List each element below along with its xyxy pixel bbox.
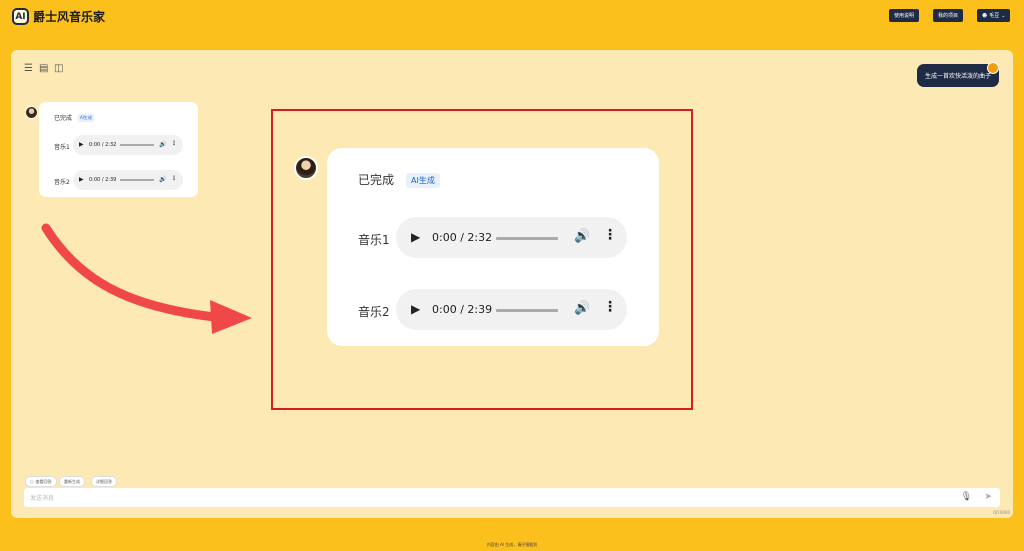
- instructions-button[interactable]: 使用说明: [889, 9, 920, 22]
- volume-icon[interactable]: 🔊: [574, 229, 590, 244]
- send-icon[interactable]: ➤: [984, 492, 992, 502]
- audio-player[interactable]: ▶ 0:00 / 2:39 🔊 ⋮: [396, 289, 627, 330]
- assistant-avatar-large: [294, 156, 318, 180]
- play-icon[interactable]: ▶: [411, 230, 420, 244]
- play-icon[interactable]: ▶: [411, 302, 420, 316]
- detailed-answer-button[interactable]: 详细回答: [91, 476, 117, 487]
- ai-generated-badge: AI生成: [78, 114, 94, 122]
- progress-slider[interactable]: [120, 179, 154, 181]
- play-icon[interactable]: ▶: [79, 141, 84, 148]
- volume-icon[interactable]: 🔊: [159, 141, 166, 148]
- html-icon[interactable]: ◫: [54, 63, 63, 74]
- track-label: 音乐2: [54, 179, 70, 186]
- assistant-avatar: [25, 106, 38, 119]
- progress-slider[interactable]: [120, 144, 154, 146]
- status-text: 已完成: [54, 115, 73, 122]
- search-icon: ○: [30, 479, 34, 484]
- play-icon[interactable]: ▶: [79, 176, 84, 183]
- track-label: 音乐1: [54, 144, 70, 151]
- message-input[interactable]: [28, 490, 932, 506]
- time-display: 0:00 / 2:39: [89, 177, 117, 183]
- progress-slider[interactable]: [496, 309, 558, 312]
- track-label: 音乐1: [358, 233, 390, 247]
- regenerate-button[interactable]: 重新生成: [59, 476, 85, 487]
- user-icon: ☻: [982, 12, 988, 19]
- microphone-icon[interactable]: 🎙: [961, 492, 972, 502]
- audio-player[interactable]: ▶ 0:00 / 2:32 🔊 ⋮: [73, 135, 183, 155]
- app-logo[interactable]: AI 爵士风音乐家: [12, 8, 105, 25]
- more-options-icon[interactable]: ⋮: [171, 140, 177, 147]
- more-options-icon[interactable]: ⋮: [603, 299, 617, 315]
- more-options-icon[interactable]: ⋮: [603, 227, 617, 243]
- user-menu-button[interactable]: ☻ 毛豆 ⌄: [977, 9, 1011, 22]
- audio-player[interactable]: ▶ 0:00 / 2:39 🔊 ⋮: [73, 170, 183, 190]
- logo-badge: AI: [12, 8, 29, 25]
- audio-player[interactable]: ▶ 0:00 / 2:32 🔊 ⋮: [396, 217, 627, 258]
- message-input-bar: 🎙 ➤: [24, 488, 1000, 507]
- footer-disclaimer: 内容由 AI 生成，请仔细甄别: [486, 542, 538, 547]
- status-text: 已完成: [358, 173, 395, 187]
- volume-icon[interactable]: 🔊: [159, 176, 166, 183]
- progress-slider[interactable]: [496, 237, 558, 240]
- time-display: 0:00 / 2:32: [89, 142, 117, 148]
- app-title: 爵士风音乐家: [33, 10, 106, 24]
- volume-icon[interactable]: 🔊: [574, 301, 590, 316]
- track-label: 音乐2: [358, 305, 390, 319]
- list-icon[interactable]: ☰: [24, 63, 33, 74]
- time-display: 0:00 / 2:32: [432, 231, 493, 244]
- char-counter: 0/10000: [993, 510, 1010, 515]
- reply-card-small: 已完成 AI生成 音乐1 ▶ 0:00 / 2:32 🔊 ⋮ 音乐2 ▶ 0:0…: [39, 102, 198, 197]
- more-options-icon[interactable]: ⋮: [171, 175, 177, 182]
- my-projects-button[interactable]: 我的项目: [933, 9, 964, 22]
- time-display: 0:00 / 2:39: [432, 303, 493, 316]
- document-icon[interactable]: ▤: [39, 63, 48, 74]
- user-name: 毛豆: [989, 13, 1000, 19]
- quick-action-label: 查看回答: [35, 478, 52, 484]
- user-avatar: [987, 62, 999, 74]
- ai-generated-badge: AI生成: [406, 173, 440, 188]
- arrow-annotation: [41, 223, 252, 334]
- reply-card-large: 已完成 AI生成 音乐1 ▶ 0:00 / 2:32 🔊 ⋮ 音乐2 ▶ 0:0…: [327, 148, 659, 346]
- view-answer-button[interactable]: ○ 查看回答: [25, 476, 57, 487]
- chevron-down-icon: ⌄: [1001, 12, 1006, 19]
